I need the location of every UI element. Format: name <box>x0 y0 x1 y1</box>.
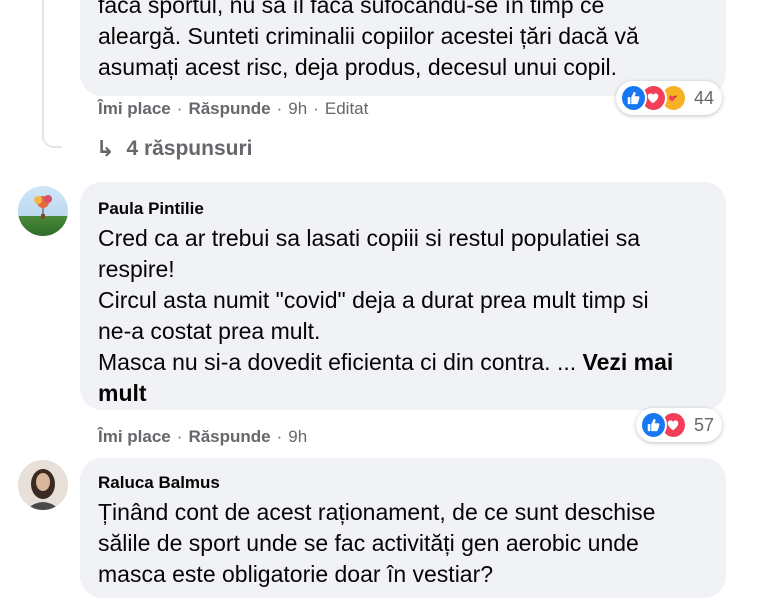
comment-line: Ținând cont de acest raționament, de ce … <box>98 499 656 525</box>
comment-line: Cred ca ar trebui sa lasati copiii si re… <box>98 225 641 251</box>
comment-line: sălile de sport unde se fac activități g… <box>98 530 639 556</box>
comment-bubble-raluca: Raluca Balmus Ținând cont de acest rațio… <box>80 458 726 598</box>
separator: · <box>313 99 319 118</box>
timestamp[interactable]: 9h <box>288 427 307 447</box>
comment-line: facă sportul, nu să îl facă sufocându-se… <box>98 0 605 18</box>
like-button[interactable]: Îmi place <box>98 427 171 447</box>
comment-author[interactable]: Paula Pintilie <box>98 198 708 220</box>
comment-line: aleargă. Sunteti criminalii copiilor ace… <box>98 23 639 49</box>
comment-line: masca este obligatorie doar în vestiar? <box>98 561 494 587</box>
comment-line: Masca nu si-a dovedit eficienta ci din c… <box>98 347 708 378</box>
comment-text: Cred ca ar trebui sa lasati copiii si re… <box>98 223 708 409</box>
reactions-summary[interactable]: 57 <box>636 408 722 442</box>
comment-line: Circul asta numit "covid" deja a durat p… <box>98 287 649 313</box>
reply-arrow-icon: ↳ <box>96 136 115 161</box>
comment-text: facă sportul, nu să îl facă sufocându-se… <box>98 0 708 83</box>
avatar[interactable] <box>18 186 68 236</box>
comment-line: respire! <box>98 256 175 282</box>
thread-elbow <box>42 130 62 148</box>
thread-line <box>42 0 44 140</box>
see-more-link[interactable]: mult <box>98 378 708 409</box>
comment-actions-paula: Îmi place · Răspunde · 9h <box>98 427 307 447</box>
replies-label: 4 răspunsuri <box>126 137 253 160</box>
reply-button[interactable]: Răspunde <box>188 99 270 119</box>
separator: · <box>176 427 183 446</box>
see-more-link[interactable]: Vezi mai <box>583 349 674 375</box>
comment-actions-top: Îmi place · Răspunde · 9h · Editat <box>98 99 368 119</box>
comment-author[interactable]: Raluca Balmus <box>98 472 708 494</box>
comment-bubble-paula: Paula Pintilie Cred ca ar trebui sa lasa… <box>80 182 726 410</box>
view-replies-link[interactable]: ↳ 4 răspunsuri <box>96 136 252 162</box>
avatar[interactable] <box>18 460 68 510</box>
separator: · <box>276 99 283 118</box>
reaction-count: 57 <box>693 414 714 435</box>
separator: · <box>176 99 183 118</box>
separator: · <box>276 427 283 446</box>
timestamp[interactable]: 9h <box>288 99 307 119</box>
comment-line: asumați acest risc, deja produs, decesul… <box>98 54 618 80</box>
reactions-summary[interactable]: 44 <box>616 81 722 115</box>
like-icon <box>620 84 647 112</box>
edited-label[interactable]: Editat <box>325 99 368 119</box>
like-icon <box>640 411 667 439</box>
reply-button[interactable]: Răspunde <box>188 427 270 447</box>
comment-line-text: Masca nu si-a dovedit eficienta ci din c… <box>98 349 583 375</box>
comment-text: Ținând cont de acest raționament, de ce … <box>98 497 708 590</box>
like-button[interactable]: Îmi place <box>98 99 171 119</box>
reaction-count: 44 <box>693 87 714 108</box>
comment-line: ne-a costat prea mult. <box>98 318 321 344</box>
